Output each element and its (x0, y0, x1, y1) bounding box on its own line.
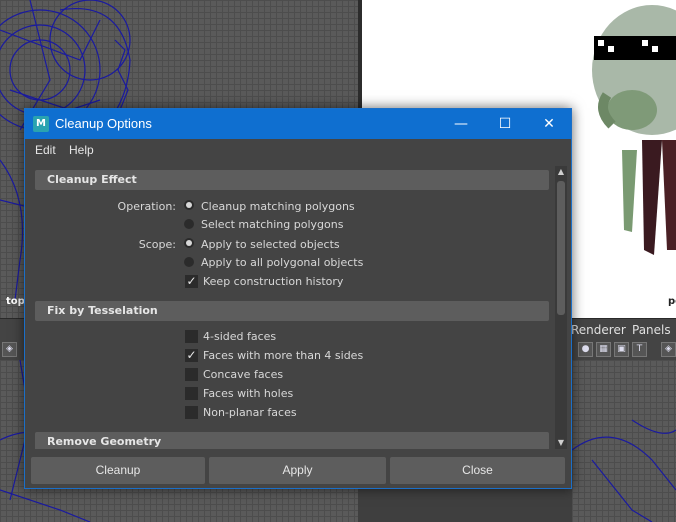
text-icon[interactable]: T (632, 342, 647, 357)
wireframe-icon[interactable]: ▦ (596, 342, 611, 357)
concave-faces-label: Concave faces (203, 368, 284, 381)
scope-selected-label: Apply to selected objects (201, 238, 340, 251)
scrollbar-thumb[interactable] (557, 181, 565, 315)
faces-with-holes-label: Faces with holes (203, 387, 294, 400)
non-planar-faces-label: Non-planar faces (203, 406, 297, 419)
apply-button[interactable]: Apply (209, 457, 386, 484)
operation-select-radio[interactable] (184, 219, 194, 229)
top-view-label: top (6, 296, 25, 307)
scroll-down-arrow-icon[interactable]: ▼ (555, 437, 567, 449)
scope-all-radio[interactable] (184, 257, 194, 267)
bottom-right-wireframe (572, 419, 676, 522)
minimize-button[interactable]: — (439, 109, 483, 139)
dialog-title: Cleanup Options (55, 116, 152, 131)
section-fix-by-tesselation[interactable]: Fix by Tesselation (35, 301, 549, 321)
non-planar-faces-checkbox[interactable] (185, 406, 198, 419)
cleanup-button[interactable]: Cleanup (31, 457, 205, 484)
menu-edit[interactable]: Edit (35, 143, 56, 157)
section-cleanup-effect[interactable]: Cleanup Effect (35, 170, 549, 190)
more-than-four-sides-label: Faces with more than 4 sides (203, 349, 364, 362)
operation-cleanup-label: Cleanup matching polygons (201, 200, 355, 213)
more-than-four-sides-checkbox[interactable]: ✓ (185, 349, 198, 362)
title-bar[interactable]: M Cleanup Options — ☐ ✕ (25, 109, 571, 139)
keep-history-checkbox[interactable]: ✓ (185, 275, 198, 288)
close-window-button[interactable]: ✕ (527, 109, 571, 139)
scope-label: Scope: (138, 238, 176, 251)
maya-app-icon: M (33, 116, 49, 132)
shading-icon[interactable]: ● (578, 342, 593, 357)
bottom-right-viewport[interactable] (572, 360, 676, 522)
section-title: Fix by Tesselation (47, 304, 158, 317)
operation-cleanup-radio[interactable] (184, 200, 194, 210)
operation-label: Operation: (117, 200, 176, 213)
concave-faces-checkbox[interactable] (185, 368, 198, 381)
keep-history-label: Keep construction history (203, 275, 344, 288)
menu-bar: Edit Help (25, 139, 571, 161)
cube-icon[interactable]: ◈ (661, 342, 676, 357)
section-title: Cleanup Effect (47, 173, 137, 186)
scope-selected-radio[interactable] (184, 238, 194, 248)
texture-icon[interactable]: ▣ (614, 342, 629, 357)
button-bar: Cleanup Apply Close (25, 455, 571, 488)
operation-select-label: Select matching polygons (201, 218, 344, 231)
maximize-button[interactable]: ☐ (483, 109, 527, 139)
four-sided-faces-checkbox[interactable] (185, 330, 198, 343)
scroll-up-arrow-icon[interactable]: ▲ (555, 166, 567, 178)
menu-help[interactable]: Help (69, 143, 94, 157)
options-content: Cleanup Effect Operation: Cleanup matchi… (31, 166, 557, 449)
panels-menu[interactable]: Panels (632, 323, 671, 337)
persp-view-label: pe (668, 296, 676, 307)
section-title: Remove Geometry (47, 435, 162, 448)
section-remove-geometry[interactable]: Remove Geometry (35, 432, 549, 449)
close-button[interactable]: Close (390, 457, 565, 484)
cube-icon[interactable]: ◈ (2, 342, 17, 357)
faces-with-holes-checkbox[interactable] (185, 387, 198, 400)
cleanup-options-dialog: M Cleanup Options — ☐ ✕ Edit Help Cleanu… (24, 108, 572, 489)
four-sided-faces-label: 4-sided faces (203, 330, 277, 343)
scope-all-label: Apply to all polygonal objects (201, 256, 364, 269)
renderer-menu[interactable]: Renderer (571, 323, 626, 337)
